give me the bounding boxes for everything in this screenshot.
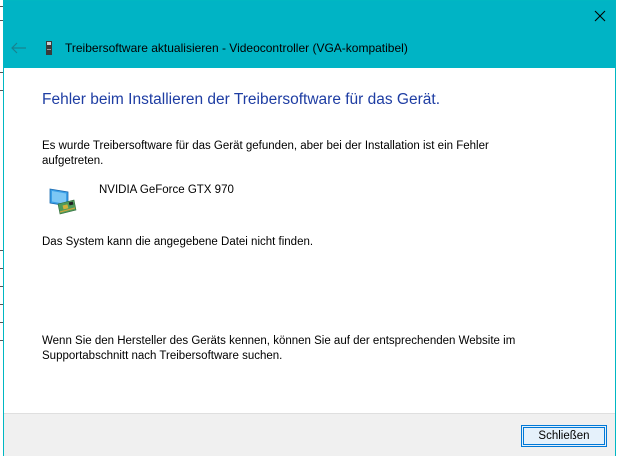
device-name: NVIDIA GeForce GTX 970 [99, 184, 234, 196]
window-title: Treibersoftware aktualisieren - Videocon… [65, 41, 408, 55]
close-button-label: Schließen [538, 430, 590, 442]
error-heading: Fehler beim Installieren der Treibersoft… [42, 91, 441, 108]
hint-text: Wenn Sie den Hersteller des Geräts kenne… [42, 335, 516, 362]
title-bar: Treibersoftware aktualisieren - Videocon… [4, 1, 615, 68]
close-icon[interactable] [589, 5, 611, 27]
close-button[interactable]: Schließen [521, 425, 607, 447]
error-message: Das System kann die angegebene Datei nic… [42, 236, 314, 248]
display-adapter-icon [48, 186, 78, 216]
dialog-footer: Schließen [4, 413, 615, 456]
dialog-content: Fehler beim Installieren der Treibersoft… [4, 68, 615, 413]
intro-text: Es wurde Treibersoftware für das Gerät g… [42, 140, 489, 167]
driver-update-dialog: Treibersoftware aktualisieren - Videocon… [3, 0, 616, 456]
device-icon [45, 41, 53, 55]
back-arrow-icon[interactable] [10, 39, 28, 57]
